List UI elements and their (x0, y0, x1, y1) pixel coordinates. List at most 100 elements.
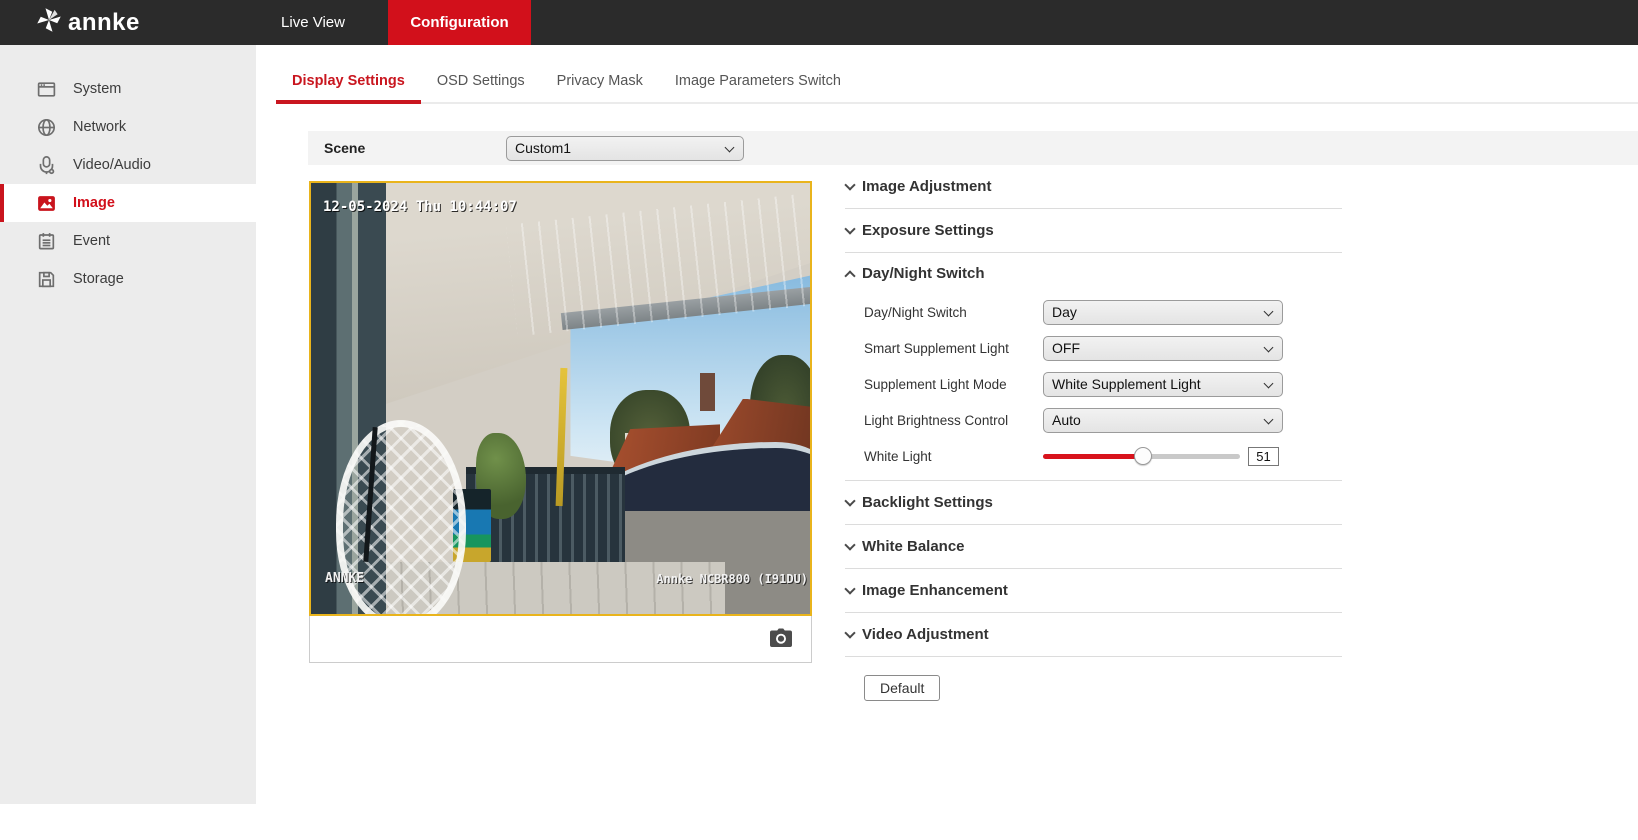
annke-star-icon (34, 5, 64, 40)
sidebar-item-label: System (73, 81, 122, 97)
scene-hanging-chair (335, 420, 466, 614)
setting-row-white-light: White Light (845, 438, 1342, 474)
section-backlight-settings: Backlight Settings (844, 481, 1342, 525)
section-header-video-adjustment[interactable]: Video Adjustment (844, 613, 1342, 656)
day-night-switch-select[interactable]: Day (1043, 299, 1283, 325)
section-video-adjustment: Video Adjustment (844, 613, 1342, 657)
settings-tabbar: Display Settings OSD Settings Privacy Ma… (276, 60, 1638, 104)
white-light-value-input[interactable] (1248, 446, 1279, 466)
topbar: annke Live View Configuration (0, 0, 1638, 45)
osd-watermark-left: ANNKE (325, 571, 365, 586)
section-header-image-enhancement[interactable]: Image Enhancement (844, 569, 1342, 612)
scene-label: Scene (324, 140, 366, 156)
sidebar-item-image[interactable]: Image (0, 184, 256, 222)
section-exposure-settings: Exposure Settings (844, 209, 1342, 253)
smart-supplement-light-select[interactable]: OFF (1043, 335, 1283, 361)
day-night-rows: Day/Night Switch Day Smart Supplement Li… (845, 294, 1342, 480)
scene-select-value: Custom1 (515, 140, 572, 156)
scene-bar: Scene Custom1 (308, 131, 1638, 165)
tab-osd-settings[interactable]: OSD Settings (421, 60, 541, 102)
setting-label: Smart Supplement Light (864, 340, 1009, 356)
chevron-down-icon (1263, 306, 1274, 316)
supplement-light-mode-select[interactable]: White Supplement Light (1043, 371, 1283, 397)
chevron-down-icon (844, 222, 856, 235)
section-header-exposure-settings[interactable]: Exposure Settings (844, 209, 1342, 252)
brand-name: annke (68, 8, 140, 36)
network-globe-icon (36, 117, 57, 138)
osd-watermark-right: Annke NCBR800 (I91DU) (656, 572, 808, 586)
sidebar-item-label: Event (73, 233, 111, 249)
select-value: White Supplement Light (1052, 375, 1201, 392)
select-value: Auto (1052, 411, 1081, 428)
tab-privacy-mask[interactable]: Privacy Mask (541, 60, 659, 102)
select-value: OFF (1052, 339, 1080, 356)
sidebar-item-storage[interactable]: Storage (0, 260, 256, 298)
scene-chair-pole (363, 427, 379, 563)
chevron-up-icon (844, 269, 856, 282)
storage-disk-icon (36, 269, 57, 290)
section-white-balance: White Balance (844, 525, 1342, 569)
chevron-down-icon (844, 582, 856, 595)
setting-label: White Light (864, 448, 932, 464)
scene-select[interactable]: Custom1 (506, 136, 744, 161)
section-title: Backlight Settings (862, 494, 993, 511)
white-light-slider-thumb[interactable] (1134, 447, 1153, 465)
sidebar: System Network Video/Audio Image Event S… (0, 45, 256, 804)
image-settings-panel: Image Adjustment Exposure Settings Day/N… (844, 165, 1342, 701)
section-header-backlight-settings[interactable]: Backlight Settings (844, 481, 1342, 524)
white-light-slider[interactable] (1043, 447, 1240, 465)
section-title: White Balance (862, 538, 965, 555)
setting-row-day-night-switch: Day/Night Switch Day (845, 294, 1342, 330)
section-title: Day/Night Switch (862, 265, 985, 282)
section-header-white-balance[interactable]: White Balance (844, 525, 1342, 568)
setting-row-smart-supplement-light: Smart Supplement Light OFF (845, 330, 1342, 366)
chevron-down-icon (1263, 342, 1274, 352)
event-note-icon (36, 231, 57, 252)
sidebar-item-label: Storage (73, 271, 124, 287)
sidebar-item-label: Network (73, 119, 127, 135)
sidebar-item-video-audio[interactable]: Video/Audio (0, 146, 256, 184)
section-header-image-adjustment[interactable]: Image Adjustment (844, 165, 1342, 208)
image-picture-icon (36, 193, 57, 214)
select-value: Day (1052, 303, 1077, 320)
light-brightness-control-select[interactable]: Auto (1043, 407, 1283, 433)
setting-row-light-brightness-control: Light Brightness Control Auto (845, 402, 1342, 438)
setting-label: Supplement Light Mode (864, 376, 1007, 392)
section-header-day-night-switch[interactable]: Day/Night Switch (844, 253, 1342, 294)
brand-logo: annke (34, 0, 140, 45)
microphone-icon (36, 155, 57, 176)
chevron-down-icon (844, 538, 856, 551)
section-image-enhancement: Image Enhancement (844, 569, 1342, 613)
sidebar-item-system[interactable]: System (0, 70, 256, 108)
setting-label: Light Brightness Control (864, 412, 1009, 428)
camera-capture-icon[interactable] (769, 628, 793, 648)
scene-chimney (700, 372, 716, 412)
tab-display-settings[interactable]: Display Settings (276, 60, 421, 104)
default-button[interactable]: Default (864, 675, 941, 701)
section-day-night-switch: Day/Night Switch Day/Night Switch Day Sm… (844, 253, 1342, 481)
osd-timestamp: 12-05-2024 Thu 10:44:07 (323, 199, 517, 215)
camera-preview: 12-05-2024 Thu 10:44:07 ANNKE Annke NCBR… (309, 181, 812, 616)
sidebar-item-label: Image (73, 195, 115, 211)
section-title: Image Enhancement (862, 582, 1008, 599)
section-title: Video Adjustment (862, 626, 989, 643)
setting-row-supplement-light-mode: Supplement Light Mode White Supplement L… (845, 366, 1342, 402)
preview-toolbar (309, 616, 812, 663)
sidebar-item-network[interactable]: Network (0, 108, 256, 146)
section-title: Exposure Settings (862, 222, 994, 239)
setting-label: Day/Night Switch (864, 304, 967, 320)
nav-configuration[interactable]: Configuration (388, 0, 531, 45)
chevron-down-icon (844, 494, 856, 507)
sidebar-item-event[interactable]: Event (0, 222, 256, 260)
section-title: Image Adjustment (862, 178, 992, 195)
nav-live-view[interactable]: Live View (258, 0, 368, 45)
tab-image-parameters-switch[interactable]: Image Parameters Switch (659, 60, 857, 102)
chevron-down-icon (844, 626, 856, 639)
chevron-down-icon (1263, 414, 1274, 424)
sidebar-item-label: Video/Audio (73, 157, 151, 173)
section-image-adjustment: Image Adjustment (844, 165, 1342, 209)
chevron-down-icon (724, 142, 735, 153)
chevron-down-icon (844, 178, 856, 191)
system-window-icon (36, 79, 57, 100)
white-light-slider-fill (1043, 454, 1144, 459)
